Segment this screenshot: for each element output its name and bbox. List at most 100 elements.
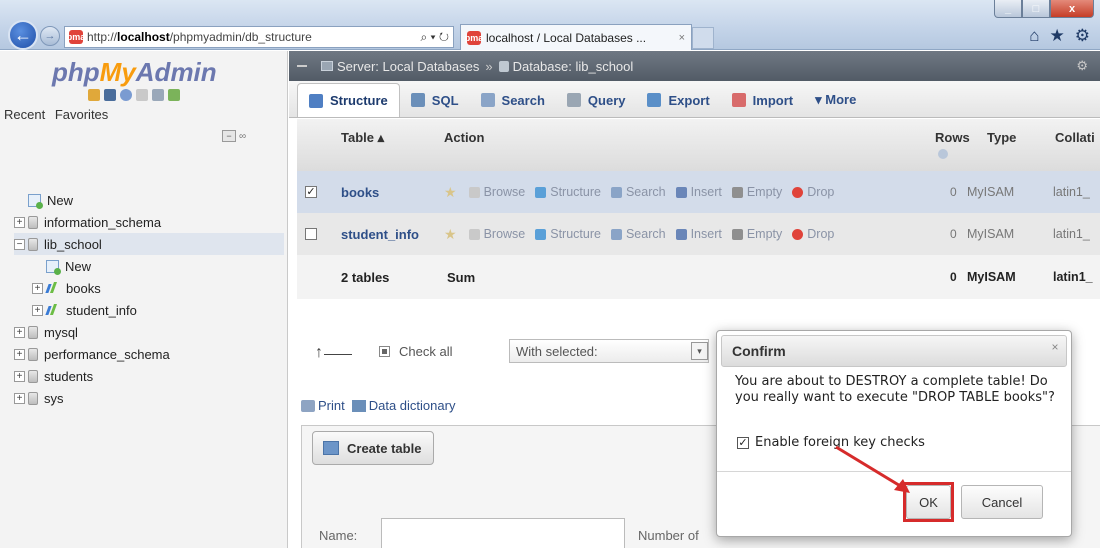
- row-checkbox[interactable]: ✓: [305, 186, 317, 198]
- action-empty[interactable]: Empty: [731, 185, 782, 199]
- home-icon[interactable]: [88, 89, 100, 101]
- tab-more[interactable]: ▾ More: [804, 83, 867, 117]
- action-empty[interactable]: Empty: [731, 227, 782, 241]
- favorite-star-icon[interactable]: ★: [444, 226, 457, 243]
- foreign-key-checkbox[interactable]: ✓: [737, 436, 749, 449]
- action-browse[interactable]: Browse: [468, 185, 525, 199]
- reload-icon[interactable]: [168, 89, 180, 101]
- tab-favorites[interactable]: Favorites: [55, 107, 108, 122]
- tree-item-label[interactable]: New: [65, 259, 91, 274]
- docs-icon[interactable]: [136, 89, 148, 101]
- dialog-message: You are about to DESTROY a complete tabl…: [735, 374, 1055, 405]
- table-name-link[interactable]: books: [341, 185, 379, 200]
- expand-icon[interactable]: +: [14, 370, 25, 382]
- check-all-label[interactable]: Check all: [399, 344, 452, 359]
- tree-item-label[interactable]: student_info: [66, 303, 137, 318]
- favorites-star-icon[interactable]: ★: [1050, 26, 1065, 46]
- tree-item-New[interactable]: New: [14, 189, 284, 211]
- data-dictionary-link[interactable]: Data dictionary: [369, 398, 456, 413]
- expand-icon[interactable]: +: [32, 304, 43, 316]
- column-header-table[interactable]: Table ▴: [341, 130, 384, 146]
- tab-sql[interactable]: SQL: [400, 83, 470, 117]
- collapse-icon[interactable]: −: [14, 238, 25, 250]
- summary-sum-label: Sum: [447, 269, 476, 285]
- check-all-checkbox[interactable]: [379, 346, 390, 357]
- action-structure[interactable]: Structure: [535, 227, 601, 241]
- tree-item-lib-school[interactable]: − lib_school: [14, 233, 284, 255]
- expand-icon[interactable]: +: [14, 326, 25, 338]
- minimize-button[interactable]: _: [994, 0, 1022, 18]
- breadcrumb-database[interactable]: Database: lib_school: [513, 59, 634, 74]
- tree-item-label[interactable]: lib_school: [44, 237, 102, 252]
- phpmyadmin-logo[interactable]: phpMyAdmin: [52, 57, 217, 88]
- with-selected-dropdown[interactable]: With selected: ▾: [509, 339, 709, 363]
- address-bar[interactable]: pma http://localhost/phpmyadmin/db_struc…: [64, 26, 454, 48]
- browser-tab[interactable]: pma localhost / Local Databases ... ×: [460, 24, 692, 50]
- expand-icon[interactable]: +: [32, 282, 43, 294]
- settings-icon[interactable]: [152, 89, 164, 101]
- tab-close-icon[interactable]: ×: [679, 32, 685, 44]
- back-button[interactable]: ←: [8, 20, 38, 50]
- logout-icon[interactable]: [104, 89, 116, 101]
- expand-icon[interactable]: +: [14, 348, 25, 360]
- collapse-all-button[interactable]: −: [222, 130, 236, 142]
- column-header-rows[interactable]: Rows: [935, 130, 970, 145]
- collapse-nav-icon[interactable]: [297, 65, 307, 67]
- column-header-type[interactable]: Type: [987, 130, 1016, 145]
- close-window-button[interactable]: x: [1050, 0, 1094, 18]
- home-icon[interactable]: ⌂: [1029, 26, 1039, 46]
- tree-item-student-info[interactable]: + student_info: [14, 299, 284, 321]
- page-settings-icon[interactable]: ⚙: [1076, 58, 1088, 74]
- tree-item-students[interactable]: + students: [14, 365, 284, 387]
- action-drop[interactable]: Drop: [792, 185, 834, 199]
- tab-import[interactable]: Import: [721, 83, 804, 117]
- maximize-button[interactable]: □: [1022, 0, 1050, 18]
- action-label: Drop: [807, 227, 835, 241]
- table-name-input[interactable]: [381, 518, 625, 548]
- help-icon[interactable]: [120, 89, 132, 101]
- action-search[interactable]: Search: [610, 227, 666, 241]
- dialog-titlebar[interactable]: Confirm: [721, 335, 1067, 367]
- dialog-close-icon[interactable]: ×: [1047, 339, 1063, 355]
- tree-item-label[interactable]: sys: [44, 391, 64, 406]
- action-insert[interactable]: Insert: [675, 227, 722, 241]
- tree-item-information-schema[interactable]: + information_schema: [14, 211, 284, 233]
- breadcrumb-server[interactable]: Server: Local Databases: [337, 59, 479, 74]
- action-structure[interactable]: Structure: [535, 185, 601, 199]
- action-browse[interactable]: Browse: [468, 227, 525, 241]
- tree-item-performance-schema[interactable]: + performance_schema: [14, 343, 284, 365]
- forward-button[interactable]: →: [40, 26, 60, 46]
- table-name-link[interactable]: student_info: [341, 227, 419, 242]
- tab-query[interactable]: Query: [556, 83, 637, 117]
- settings-gear-icon[interactable]: ⚙: [1075, 26, 1090, 46]
- rows-help-icon[interactable]: [938, 149, 948, 159]
- tree-item-sys[interactable]: + sys: [14, 387, 284, 409]
- tree-item-label[interactable]: students: [44, 369, 93, 384]
- print-link[interactable]: Print: [318, 398, 345, 413]
- tree-item-books[interactable]: + books: [14, 277, 284, 299]
- action-search[interactable]: Search: [610, 185, 666, 199]
- link-with-main-icon[interactable]: ∞: [239, 131, 246, 142]
- new-tab-button[interactable]: [692, 27, 714, 49]
- favorite-star-icon[interactable]: ★: [444, 184, 457, 201]
- cancel-button[interactable]: Cancel: [961, 485, 1043, 519]
- action-insert[interactable]: Insert: [675, 185, 722, 199]
- address-bar-tools[interactable]: ⌕ ▾ ↻: [420, 30, 449, 45]
- tree-item-label[interactable]: performance_schema: [44, 347, 170, 362]
- tab-recent[interactable]: Recent: [4, 107, 45, 122]
- tree-item-label[interactable]: books: [66, 281, 101, 296]
- tab-search[interactable]: Search: [470, 83, 556, 117]
- tree-item-label[interactable]: New: [47, 193, 73, 208]
- expand-icon[interactable]: +: [14, 216, 25, 228]
- column-header-collation[interactable]: Collati: [1055, 130, 1095, 145]
- tab-structure[interactable]: Structure: [297, 83, 400, 117]
- action-drop[interactable]: Drop: [792, 227, 834, 241]
- chevron-down-icon[interactable]: ▾: [691, 342, 708, 360]
- tree-item-New[interactable]: New: [14, 255, 284, 277]
- row-checkbox[interactable]: [305, 228, 317, 240]
- expand-icon[interactable]: +: [14, 392, 25, 404]
- tree-item-mysql[interactable]: + mysql: [14, 321, 284, 343]
- tree-item-label[interactable]: mysql: [44, 325, 78, 340]
- tree-item-label[interactable]: information_schema: [44, 215, 161, 230]
- tab-export[interactable]: Export: [636, 83, 720, 117]
